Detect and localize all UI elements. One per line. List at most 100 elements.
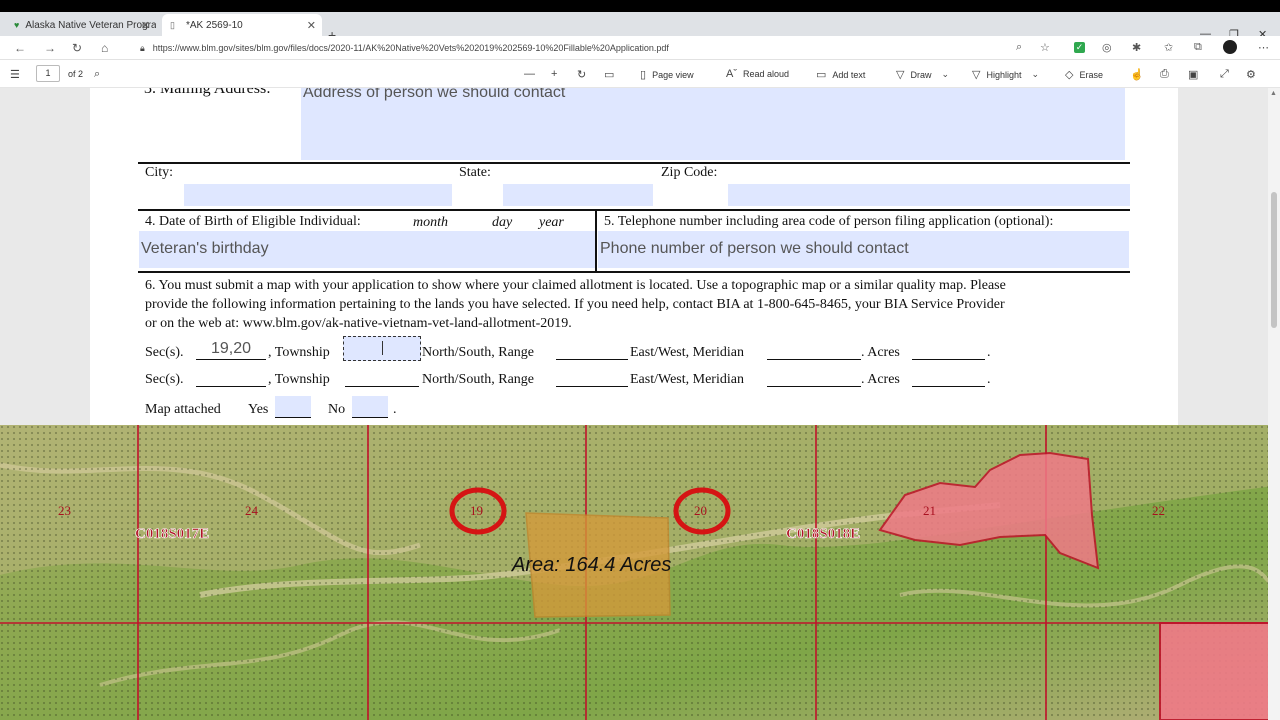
meridian-1-field[interactable] (767, 340, 861, 360)
acres-label: . Acres (861, 372, 900, 387)
close-tab-icon[interactable]: ✕ (141, 19, 150, 32)
mailing-address-field[interactable]: Address of person we should contact (301, 88, 1125, 160)
zoom-out-icon[interactable]: — (524, 68, 541, 80)
extensions-puzzle-icon[interactable]: ✱ (1132, 41, 1141, 54)
section-label: 21 (923, 503, 936, 518)
erase-label: Erase (1079, 69, 1103, 80)
phone-field[interactable]: Phone number of person we should contact (598, 231, 1129, 268)
back-icon[interactable]: ← (14, 41, 26, 55)
fullscreen-icon[interactable]: ⤢ (1220, 68, 1235, 81)
divider (138, 209, 1130, 211)
tab-alaska-native[interactable]: ♥ Alaska Native Veteran Program · ✕ (6, 14, 156, 36)
township-1-field[interactable] (343, 336, 421, 361)
add-text-icon: ▭ (816, 69, 827, 81)
east-west-meridian-label: East/West, Meridian (630, 372, 744, 387)
close-tab-icon[interactable]: ✕ (307, 19, 316, 32)
dob-value: Veteran's birthday (141, 240, 269, 257)
forward-icon[interactable]: → (44, 41, 56, 55)
section-label: 24 (245, 503, 259, 518)
highlight-button[interactable]: ▽ Highlight ⌄ (972, 68, 1045, 81)
sec-1-field[interactable]: 19,20 (196, 340, 266, 360)
tab-title: *AK 2569-10 (186, 19, 243, 31)
pdf-viewer: 3. Mailing Address: Address of person we… (0, 88, 1280, 720)
touch-icon[interactable]: ☝ (1130, 68, 1150, 81)
page-view-button[interactable]: ▯ Page view (640, 68, 694, 81)
contents-icon[interactable]: ☰ (10, 68, 26, 81)
read-aloud-button[interactable]: Aˇ Read aloud (726, 68, 789, 80)
city-field[interactable] (184, 184, 452, 206)
period: . (393, 402, 397, 417)
mailing-address-label: 3. Mailing Address: (144, 88, 271, 97)
save-icon[interactable]: ▣ (1188, 68, 1204, 81)
north-south-range-label: North/South, Range (422, 345, 534, 360)
period: . (987, 345, 991, 360)
chevron-down-icon[interactable]: ⌄ (941, 69, 949, 80)
document-icon: ▯ (170, 20, 175, 30)
township-2-field[interactable] (345, 367, 419, 387)
settings-gear-icon[interactable]: ⚙ (1246, 68, 1262, 81)
scroll-up-icon[interactable]: ▲ (1270, 90, 1277, 97)
dob-field[interactable]: Veteran's birthday (139, 231, 595, 268)
site-favicon-icon: ♥ (14, 20, 20, 30)
favorite-add-icon[interactable]: ☆ (1040, 41, 1050, 54)
add-text-label: Add text (832, 69, 866, 80)
address-bar: ← → ↻ ⌂ 🔒︎ https://www.blm.gov/sites/blm… (0, 36, 1280, 60)
highlighted-corner-parcel (1159, 622, 1280, 720)
mailing-address-value: Address of person we should contact (303, 88, 566, 101)
phone-label: 5. Telephone number including area code … (604, 214, 1054, 229)
sec-2-field[interactable] (196, 367, 266, 387)
zoom-in-icon[interactable]: + (551, 68, 563, 80)
scrollbar-thumb[interactable] (1271, 192, 1277, 328)
more-menu-icon[interactable]: ⋯ (1258, 41, 1269, 54)
range-2-field[interactable] (556, 367, 628, 387)
draw-icon: ▽ (896, 69, 905, 81)
add-text-button[interactable]: ▭ Add text (816, 68, 865, 81)
acres-1-field[interactable] (912, 340, 985, 360)
state-label: State: (459, 165, 491, 180)
phone-value: Phone number of person we should contact (600, 240, 909, 257)
url-field[interactable]: 🔒︎ https://www.blm.gov/sites/blm.gov/fil… (140, 39, 1040, 57)
city-label: City: (145, 165, 174, 180)
fit-page-icon[interactable]: ▭ (604, 68, 620, 81)
find-icon[interactable]: ⌕ (94, 68, 106, 81)
extension-check-icon[interactable]: ✓ (1074, 42, 1085, 53)
pdf-page: 3. Mailing Address: Address of person we… (90, 88, 1178, 425)
extension-icon[interactable]: ◎ (1102, 41, 1112, 54)
acres-2-field[interactable] (912, 367, 985, 387)
township-label: , Township (268, 345, 330, 360)
print-icon[interactable]: ⎙ (1160, 68, 1175, 81)
profile-avatar[interactable] (1223, 40, 1237, 54)
map-attached-no-field[interactable] (352, 396, 388, 418)
draw-button[interactable]: ▽ Draw ⌄ (896, 68, 955, 81)
meridian-2-field[interactable] (767, 367, 861, 387)
home-icon[interactable]: ⌂ (101, 41, 108, 55)
no-label: No (328, 402, 346, 417)
east-west-meridian-label: East/West, Meridian (630, 345, 744, 360)
range-1-field[interactable] (556, 340, 628, 360)
area-label: Area: 164.4 Acres (511, 554, 671, 576)
sec-label: Sec(s). (145, 345, 184, 360)
eraser-icon: ◇ (1065, 69, 1074, 81)
refresh-icon[interactable]: ↻ (72, 41, 82, 55)
zoom-icon[interactable]: ⌕ (1016, 41, 1022, 54)
state-field[interactable] (503, 184, 653, 206)
tab-title: Alaska Native Veteran Program · (25, 19, 156, 31)
favorites-icon[interactable]: ✩ (1164, 41, 1173, 54)
window-topbar (0, 0, 1280, 12)
page-total: of 2 (68, 69, 84, 79)
zip-field[interactable] (728, 184, 1130, 206)
collections-icon[interactable]: ⧉ (1194, 41, 1202, 54)
tab-strip: ♥ Alaska Native Veteran Program · ✕ ▯ *A… (0, 12, 1280, 43)
divider (138, 162, 1130, 164)
erase-button[interactable]: ◇ Erase (1065, 68, 1103, 81)
map-attached-yes-field[interactable] (275, 396, 311, 418)
tab-ak-2569[interactable]: ▯ *AK 2569-10 ✕ (162, 14, 322, 36)
chevron-down-icon[interactable]: ⌄ (1032, 69, 1040, 80)
divider (595, 209, 597, 271)
township-label-right: C018S018E (786, 526, 860, 542)
rotate-icon[interactable]: ↻ (577, 68, 592, 81)
section-label: 23 (58, 503, 71, 518)
page-number-input[interactable]: 1 (36, 65, 60, 82)
vertical-scrollbar[interactable]: ▲ (1268, 88, 1280, 720)
page-view-label: Page view (652, 69, 694, 80)
